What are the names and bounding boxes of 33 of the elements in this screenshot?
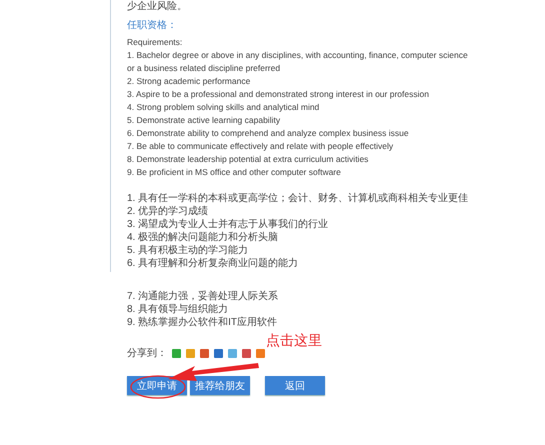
requirement-item: 2. Strong academic performance bbox=[127, 75, 252, 88]
requirements-heading: Requirements: bbox=[127, 36, 184, 49]
body-text: 少企业风险。 bbox=[127, 0, 188, 13]
requirement-item: 1. Bachelor degree or above in any disciplines, with accounting, finance, computer science or a business related discipline preferred bbox=[127, 49, 469, 75]
requirement-item: 7. 沟通能力强，妥善处理人际关系 bbox=[127, 290, 280, 303]
requirement-item: 4. Strong problem solving skills and analytical mind bbox=[127, 101, 320, 114]
share-icon[interactable] bbox=[172, 349, 181, 358]
requirement-item: 6. 具有理解和分析复杂商业问题的能力 bbox=[127, 257, 300, 270]
share-icon[interactable] bbox=[256, 349, 265, 358]
requirement-item: 4. 极强的解决问题能力和分析头脑 bbox=[127, 231, 280, 244]
requirement-item: 7. Be able to communicate effectively and relate with people effectively bbox=[127, 140, 394, 153]
share-label: 分享到： bbox=[127, 347, 167, 360]
share-icon[interactable] bbox=[228, 349, 237, 358]
share-icon[interactable] bbox=[242, 349, 251, 358]
requirement-item: 5. 具有积极主动的学习能力 bbox=[127, 244, 250, 257]
action-button[interactable]: 返回 bbox=[265, 376, 325, 395]
action-button[interactable]: 推荐给朋友 bbox=[190, 376, 250, 395]
requirement-item: 8. 具有领导与组织能力 bbox=[127, 303, 230, 316]
highlight-ellipse bbox=[130, 375, 186, 399]
requirement-item: 9. Be proficient in MS office and other computer software bbox=[127, 166, 342, 179]
share-icon[interactable] bbox=[214, 349, 223, 358]
requirement-item: 9. 熟练掌握办公软件和IT应用软件 bbox=[127, 316, 278, 329]
share-icon[interactable] bbox=[200, 349, 209, 358]
section-heading: 任职资格： bbox=[127, 19, 178, 32]
requirement-item: 3. Aspire to be a professional and demonstrated strong interest in our profession bbox=[127, 88, 430, 101]
requirement-item: 5. Demonstrate active learning capability bbox=[127, 114, 282, 127]
requirement-item: 2. 优异的学习成绩 bbox=[127, 205, 210, 218]
annotation-label: 点击这里 bbox=[266, 332, 322, 350]
requirement-item: 6. Demonstrate ability to comprehend and analyze complex business issue bbox=[127, 127, 410, 140]
share-icon[interactable] bbox=[186, 349, 195, 358]
requirement-item: 8. Demonstrate leadership potential at extra curriculum activities bbox=[127, 153, 370, 166]
requirement-item: 1. 具有任一学科的本科或更高学位；会计、财务、计算机或商科相关专业更佳 bbox=[127, 192, 470, 205]
requirement-item: 3. 渴望成为专业人士并有志于从事我们的行业 bbox=[127, 218, 330, 231]
